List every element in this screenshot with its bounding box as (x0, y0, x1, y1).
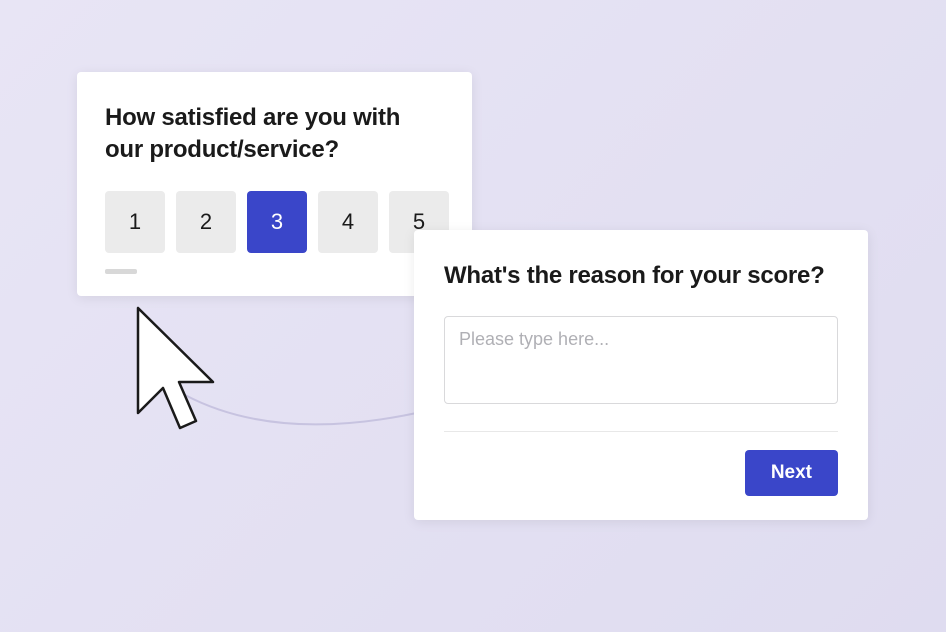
reason-input[interactable] (444, 316, 838, 404)
rating-option-2[interactable]: 2 (176, 191, 236, 253)
rating-options-row: 1 2 3 4 5 (105, 191, 444, 253)
rating-option-4[interactable]: 4 (318, 191, 378, 253)
card-footer: Next (444, 431, 838, 496)
rating-card: How satisfied are you with our product/s… (77, 72, 472, 296)
rating-option-1[interactable]: 1 (105, 191, 165, 253)
reason-card: What's the reason for your score? Next (414, 230, 868, 520)
progress-indicator (105, 269, 137, 274)
cursor-icon (118, 303, 228, 453)
rating-question: How satisfied are you with our product/s… (105, 102, 444, 167)
next-button[interactable]: Next (745, 450, 838, 496)
reason-question: What's the reason for your score? (444, 260, 838, 292)
rating-option-3[interactable]: 3 (247, 191, 307, 253)
connector-curve (180, 370, 440, 450)
